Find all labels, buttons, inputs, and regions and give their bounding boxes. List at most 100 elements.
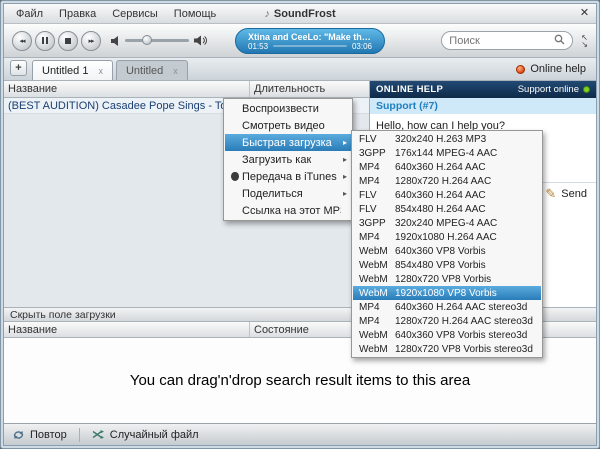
tab[interactable]: Untitled x <box>116 60 188 80</box>
context-menu-item[interactable]: Смотреть видео <box>225 117 351 134</box>
tab-close-icon[interactable]: x <box>173 66 178 76</box>
context-menu-item[interactable]: Загрузить как ▸ <box>225 151 351 168</box>
menu-item-label: Быстрая загрузка <box>242 137 332 149</box>
format-menu-item[interactable]: MP4 1280x720 H.264 AAC <box>353 174 541 188</box>
elapsed-time: 01:53 <box>248 42 268 51</box>
volume-control <box>111 35 207 46</box>
new-tab-button[interactable]: + <box>10 60 27 76</box>
app-title-label: SoundFrost <box>274 8 336 20</box>
online-help-icon <box>516 65 525 74</box>
format-menu-item[interactable]: WebM 640x360 VP8 Vorbis <box>353 244 541 258</box>
support-title: Support (#7) <box>370 98 596 114</box>
menu-item-icon <box>228 188 242 200</box>
format-name: FLV <box>359 190 395 201</box>
menubar-item[interactable]: Правка <box>51 6 104 22</box>
format-name: WebM <box>359 246 395 257</box>
next-button[interactable]: ▸▸ <box>81 31 101 51</box>
format-menu-item[interactable]: WebM 1280x720 VP8 Vorbis <box>353 272 541 286</box>
format-menu-item[interactable]: WebM 854x480 VP8 Vorbis <box>353 258 541 272</box>
format-menu-item[interactable]: MP4 1920x1080 H.264 AAC <box>353 230 541 244</box>
status-online-icon <box>583 86 590 93</box>
format-menu-item[interactable]: WebM 1920x1080 VP8 Vorbis <box>353 286 541 300</box>
format-spec: 640x360 VP8 Vorbis stereo3d <box>395 330 527 341</box>
search-input[interactable] <box>449 35 550 47</box>
format-name: 3GPP <box>359 218 395 229</box>
menubar-item[interactable]: Сервисы <box>104 6 166 22</box>
online-help-button[interactable]: Online help <box>516 63 592 75</box>
format-spec: 1920x1080 VP8 Vorbis <box>395 288 497 299</box>
menu-item-icon <box>228 103 242 115</box>
format-menu-item[interactable]: WebM 640x360 VP8 Vorbis stereo3d <box>353 328 541 342</box>
toolbar: ◂◂ ▸▸ Xtina and CeeLo: "Make the World <box>4 24 596 58</box>
format-spec: 176x144 MPEG-4 AAC <box>395 148 497 159</box>
results-header: Название Длительность <box>4 81 369 98</box>
now-playing[interactable]: Xtina and CeeLo: "Make the World 01:53 0… <box>235 28 385 54</box>
format-menu-item[interactable]: FLV 320x240 H.263 MP3 <box>353 132 541 146</box>
format-spec: 640x360 H.264 AAC <box>395 190 486 201</box>
repeat-toggle[interactable]: Повтор <box>12 429 67 441</box>
column-duration[interactable]: Длительность <box>250 81 369 97</box>
format-spec: 1280x720 H.264 AAC <box>395 176 491 187</box>
resize-icon[interactable]: ↖↘ <box>581 34 588 48</box>
track-title: Xtina and CeeLo: "Make the World <box>248 32 372 41</box>
format-menu-item[interactable]: FLV 854x480 H.264 AAC <box>353 202 541 216</box>
app-logo-icon: ♪ <box>264 8 270 20</box>
tab-close-icon[interactable]: x <box>98 66 103 76</box>
context-menu-item[interactable]: Ссылка на этот MP3 файл <box>225 202 351 219</box>
volume-slider[interactable] <box>125 39 189 42</box>
app-window: ФайлПравкаСервисыПомощь ♪ SoundFrost ✕ ◂… <box>0 0 600 449</box>
send-button[interactable]: Send <box>561 188 587 200</box>
pause-button[interactable] <box>35 31 55 51</box>
shuffle-toggle[interactable]: Случайный файл <box>92 429 199 441</box>
close-icon[interactable]: ✕ <box>577 6 592 21</box>
menu-item-label: Смотреть видео <box>242 120 325 132</box>
search-icon[interactable] <box>554 34 565 48</box>
menu-item-label: Загрузить как <box>242 154 311 166</box>
transport-controls: ◂◂ ▸▸ <box>12 31 101 51</box>
menubar-item[interactable]: Файл <box>8 6 51 22</box>
previous-button[interactable]: ◂◂ <box>12 31 32 51</box>
tab[interactable]: Untitled 1 x <box>32 60 113 80</box>
menu-item-icon <box>228 120 242 132</box>
submenu-arrow-icon: ▸ <box>337 172 347 181</box>
format-name: MP4 <box>359 162 395 173</box>
menu-item-label: Воспроизвести <box>242 103 319 115</box>
format-spec: 640x360 H.264 AAC stereo3d <box>395 302 527 313</box>
format-menu-item[interactable]: MP4 640x360 H.264 AAC stereo3d <box>353 300 541 314</box>
volume-thumb[interactable] <box>142 35 152 45</box>
format-menu-item[interactable]: FLV 640x360 H.264 AAC <box>353 188 541 202</box>
shuffle-label: Случайный файл <box>110 429 199 441</box>
format-menu-item[interactable]: WebM 1280x720 VP8 Vorbis stereo3d <box>353 342 541 356</box>
menubar-item[interactable]: Помощь <box>166 6 225 22</box>
menu-item-icon <box>228 205 242 217</box>
format-menu-item[interactable]: MP4 640x360 H.264 AAC <box>353 160 541 174</box>
online-help-label: Online help <box>530 63 586 75</box>
volume-down-icon[interactable] <box>111 36 120 46</box>
tab-label: Untitled <box>126 65 163 77</box>
tab-label: Untitled 1 <box>42 65 88 77</box>
volume-up-icon[interactable] <box>194 35 207 46</box>
column-dl-name[interactable]: Название <box>4 322 250 337</box>
menu-item-label: Поделиться <box>242 188 303 200</box>
format-name: WebM <box>359 288 395 299</box>
dropzone-hint: You can drag'n'drop search result items … <box>130 372 470 389</box>
format-menu-item[interactable]: 3GPP 320x240 MPEG-4 AAC <box>353 216 541 230</box>
format-submenu: FLV 320x240 H.263 MP3 3GPP 176x144 MPEG-… <box>351 130 543 358</box>
progress-bar[interactable] <box>273 45 347 47</box>
context-menu-item[interactable]: Воспроизвести <box>225 100 351 117</box>
column-name[interactable]: Название <box>4 81 250 97</box>
format-spec: 640x360 VP8 Vorbis <box>395 246 486 257</box>
format-menu-item[interactable]: 3GPP 176x144 MPEG-4 AAC <box>353 146 541 160</box>
format-menu-item[interactable]: MP4 1280x720 H.264 AAC stereo3d <box>353 314 541 328</box>
stop-icon <box>65 38 71 44</box>
context-menu-item[interactable]: Передача в iTunes ▸ <box>225 168 351 185</box>
context-menu-item[interactable]: Быстрая загрузка ▸ <box>225 134 351 151</box>
shuffle-icon <box>92 429 105 440</box>
repeat-label: Повтор <box>30 429 67 441</box>
context-menu-item[interactable]: Поделиться ▸ <box>225 185 351 202</box>
send-icon: ✎ <box>545 186 556 202</box>
repeat-icon <box>12 429 25 441</box>
stop-button[interactable] <box>58 31 78 51</box>
format-name: 3GPP <box>359 148 395 159</box>
submenu-arrow-icon: ▸ <box>337 189 347 198</box>
